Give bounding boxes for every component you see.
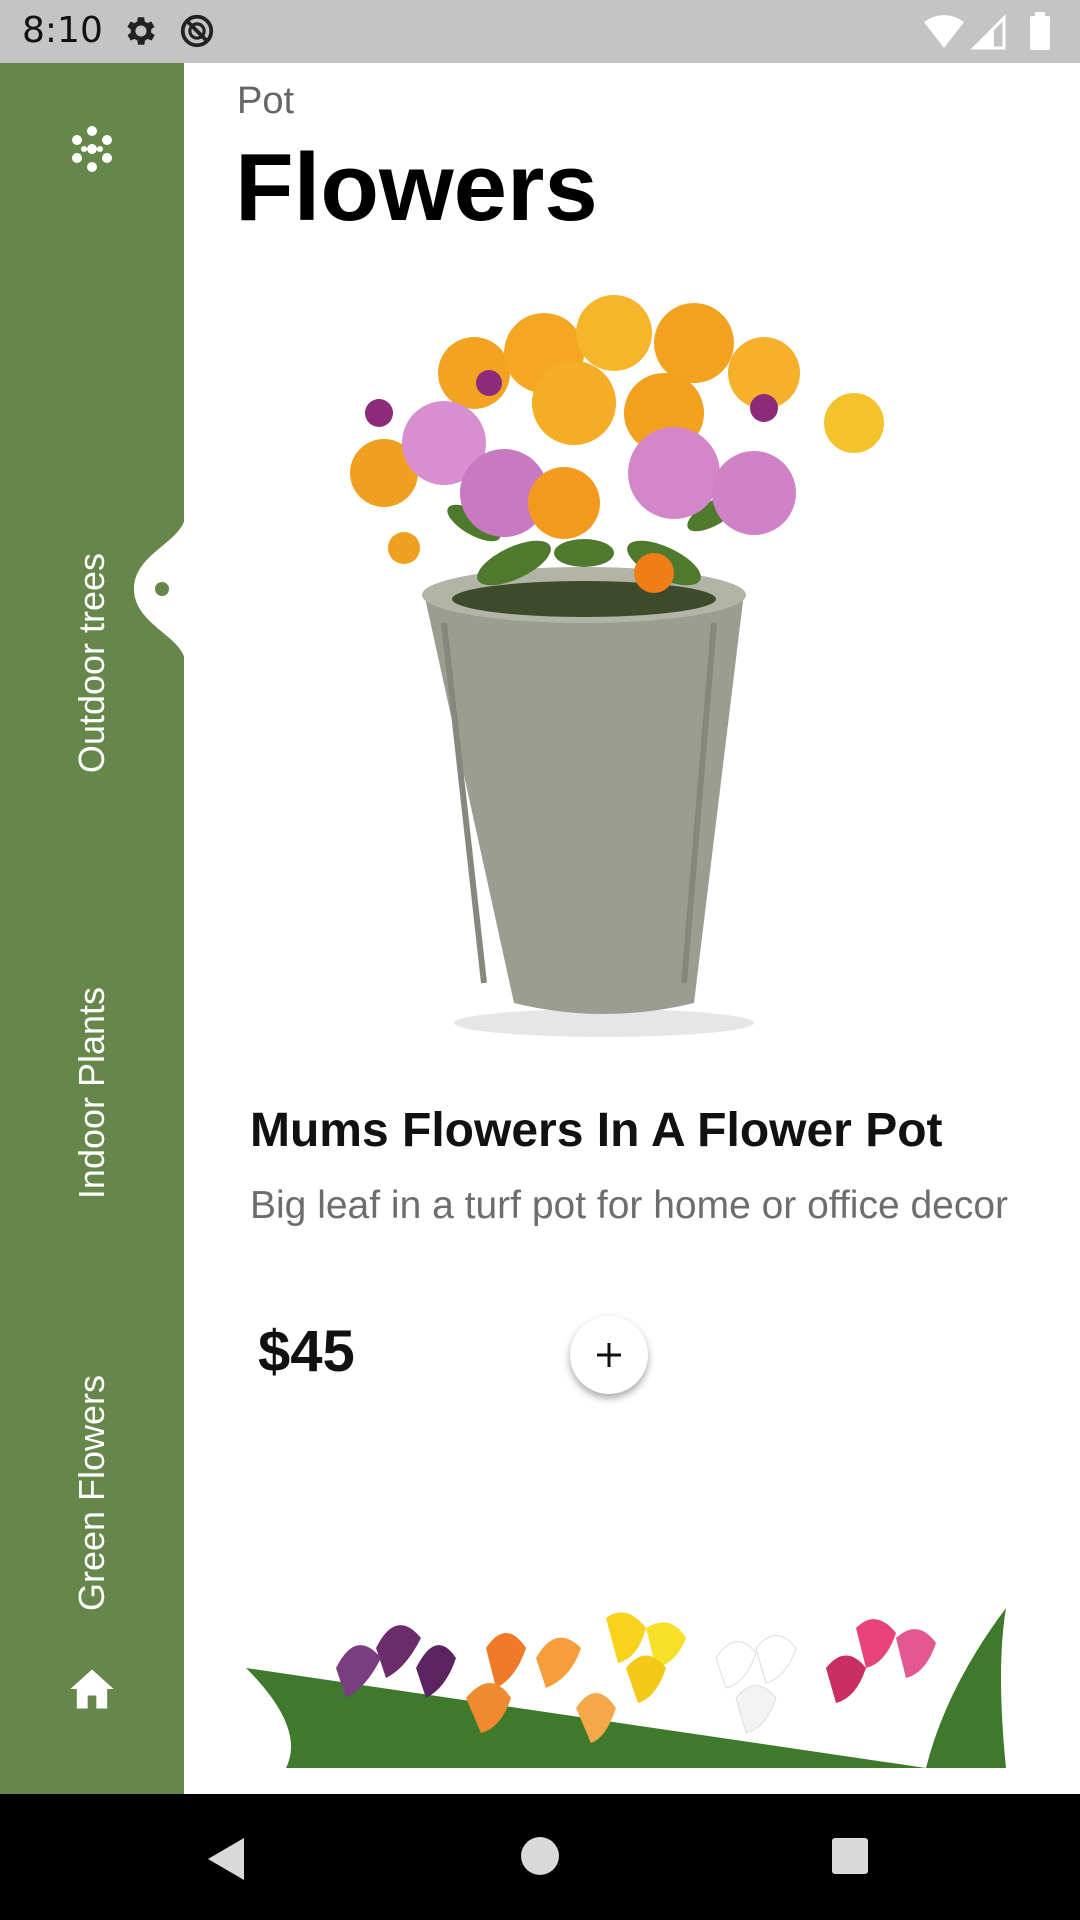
home-circle-icon[interactable]	[518, 1834, 562, 1878]
tab-indoor-plants[interactable]: Indoor Plants	[0, 863, 184, 1323]
do-not-disturb-icon	[180, 14, 214, 48]
status-time: 8:10	[22, 10, 103, 51]
main-content: Pot Flowers Mums Flowers In A Flower Pot…	[184, 63, 1080, 1794]
sidebar: Outdoor trees Indoor Plants Green Flower…	[0, 63, 186, 1794]
system-nav-bar	[0, 1794, 1080, 1920]
page-title: Flowers	[235, 134, 598, 241]
plus-icon	[597, 1343, 621, 1367]
back-icon[interactable]	[204, 1836, 250, 1882]
status-icons	[924, 12, 1050, 50]
recents-icon[interactable]	[828, 1834, 872, 1878]
tab-label: Outdoor trees	[71, 552, 112, 774]
home-icon[interactable]	[66, 1663, 118, 1715]
flower-pot-image[interactable]	[244, 263, 1004, 1043]
cell-signal-icon	[970, 14, 1006, 50]
product-name: Mums Flowers In A Flower Pot	[250, 1104, 943, 1157]
tab-label: Indoor Plants	[71, 986, 113, 1200]
calla-lilies-image[interactable]	[246, 1608, 1006, 1768]
add-to-cart-button[interactable]	[570, 1316, 648, 1394]
product-price: $45	[258, 1319, 355, 1384]
tab-green-flowers[interactable]: Green Flowers	[0, 1263, 184, 1723]
wifi-icon	[924, 15, 964, 48]
product-description: Big leaf in a turf pot for home or offic…	[250, 1184, 1009, 1227]
status-bar: 8:10	[0, 0, 1080, 63]
battery-icon	[1030, 12, 1050, 50]
page-subtitle: Pot	[237, 80, 295, 122]
tab-label: Green Flowers	[71, 1374, 113, 1612]
dots-logo-icon[interactable]	[68, 125, 116, 173]
tab-outdoor-trees[interactable]: Outdoor trees	[0, 453, 184, 873]
gear-icon	[127, 17, 155, 45]
